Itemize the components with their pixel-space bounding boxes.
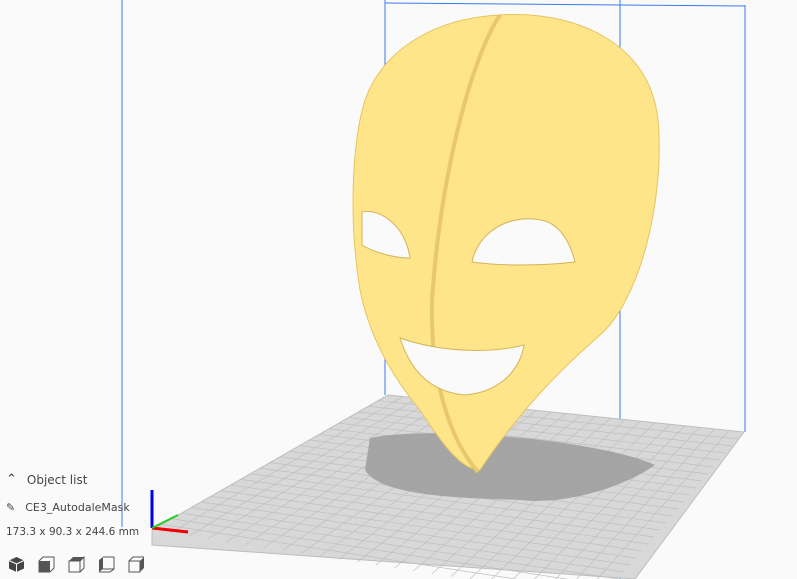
object-dimensions: 173.3 x 90.3 x 244.6 mm: [6, 526, 140, 538]
camera-view-toolbar: [8, 555, 145, 573]
object-name-row[interactable]: ✎ CE3_AutodaleMask: [6, 501, 130, 514]
pencil-icon: ✎: [6, 501, 16, 514]
view-3d-icon[interactable]: [8, 556, 25, 573]
chevron-up-icon: ⌃: [6, 472, 17, 487]
object-list-toggle[interactable]: ⌃ Object list: [6, 472, 87, 487]
object-list-label: Object list: [26, 472, 88, 487]
view-front-icon[interactable]: [38, 556, 55, 573]
view-left-icon[interactable]: [98, 556, 115, 573]
view-right-icon[interactable]: [128, 556, 145, 573]
viewport-3d[interactable]: [0, 0, 797, 579]
view-top-icon[interactable]: [68, 555, 85, 573]
object-name: CE3_AutodaleMask: [25, 501, 130, 514]
